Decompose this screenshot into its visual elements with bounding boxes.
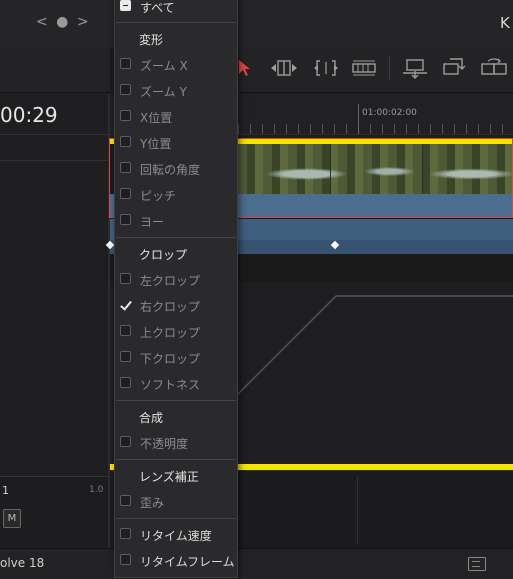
checkbox-icon[interactable] [120, 136, 131, 147]
checkbox-icon[interactable] [120, 84, 131, 95]
toolbar-divider [389, 55, 390, 81]
checkbox-icon[interactable] [120, 162, 131, 173]
checkbox-icon[interactable] [120, 188, 131, 199]
menu-item-label: 左クロップ [140, 274, 201, 288]
menu-item-crop-top[interactable]: 上クロップ [118, 321, 234, 343]
menu-item-label: リタイムフレーム [140, 555, 235, 569]
page-pager[interactable]: < ● > [36, 14, 91, 30]
menu-item-crop-left[interactable]: 左クロップ [118, 269, 234, 291]
menu-item-zoom-x[interactable]: ズーム X [118, 54, 234, 76]
viewer-layout-icon[interactable] [468, 557, 486, 571]
divider [0, 160, 110, 161]
checkbox-icon[interactable] [120, 351, 131, 362]
menu-divider [116, 22, 236, 23]
menu-item-x-position[interactable]: X位置 [118, 106, 234, 128]
menu-item-label: ズーム Y [140, 85, 187, 99]
selection-cursor-icon[interactable] [236, 58, 252, 78]
menu-divider [116, 237, 236, 238]
checkbox-icon[interactable] [120, 214, 131, 225]
status-bar [0, 548, 513, 579]
menu-item-softness[interactable]: ソフトネス [118, 373, 234, 395]
menu-section-transform: 変形 [139, 33, 164, 47]
menu-item-label: ヨー [140, 215, 165, 229]
dynamic-trim-icon[interactable] [310, 58, 342, 78]
menu-section-lens-correction: レンズ補正 [139, 470, 199, 484]
left-toolbar [0, 48, 110, 93]
ruler-timecode-label: 01:00:02:00 [362, 108, 417, 118]
checkbox-icon[interactable] [120, 528, 131, 539]
track-number: 1 [2, 484, 9, 497]
menu-divider [116, 459, 236, 460]
crop-curve-line[interactable] [238, 294, 513, 464]
checkbox-icon[interactable] [120, 554, 131, 565]
menu-item-y-position[interactable]: Y位置 [118, 132, 234, 154]
menu-item-pitch[interactable]: ピッチ [118, 184, 234, 206]
menu-section-composite: 合成 [139, 411, 164, 425]
app-name-label: olve 18 [0, 556, 45, 570]
blade-edit-icon[interactable] [350, 58, 378, 78]
menu-item-label: ズーム X [140, 59, 188, 73]
mute-button[interactable]: M [3, 509, 21, 528]
menu-item-label: 回転の角度 [140, 163, 201, 177]
insert-clip-icon[interactable] [400, 58, 430, 80]
divider [0, 134, 110, 135]
menu-item-label: リタイム速度 [140, 529, 212, 543]
menu-item-label: すべて [140, 1, 175, 15]
menu-item-label: ソフトネス [140, 378, 201, 392]
menu-item-distortion[interactable]: 歪み [118, 491, 234, 513]
overwrite-clip-icon[interactable] [440, 56, 468, 78]
menu-item-label: 下クロップ [140, 352, 201, 366]
menu-item-label: 歪み [140, 496, 165, 510]
menu-item-rotation-angle[interactable]: 回転の角度 [118, 158, 234, 180]
menu-item-retime-frame[interactable]: リタイムフレーム [118, 550, 235, 572]
track-divider [357, 478, 358, 544]
timecode-display: 00:29 [0, 103, 58, 127]
checkbox-icon[interactable] [120, 325, 131, 336]
ruler-ticks [238, 124, 513, 134]
menu-divider [116, 400, 236, 401]
menu-item-crop-right[interactable]: 右クロップ [118, 295, 234, 317]
checkbox-icon[interactable] [120, 110, 131, 121]
menu-section-crop: クロップ [139, 248, 188, 262]
checkbox-icon[interactable] [120, 377, 131, 388]
checkbox-icon[interactable] [120, 436, 131, 447]
menu-item-label: Y位置 [140, 137, 172, 151]
ruler-major-tick [358, 104, 359, 134]
menu-item-all[interactable]: すべて [118, 0, 234, 18]
replace-clip-icon[interactable] [478, 57, 510, 79]
menu-item-label: X位置 [140, 111, 173, 125]
menu-item-crop-bottom[interactable]: 下クロップ [118, 347, 234, 369]
checkbox-icon[interactable] [120, 58, 131, 69]
menu-item-label: 不透明度 [140, 437, 189, 451]
checkbox-icon[interactable] [120, 273, 131, 284]
menu-item-retime-speed[interactable]: リタイム速度 [118, 524, 234, 546]
checkbox-icon[interactable] [120, 495, 131, 506]
menu-item-opacity[interactable]: 不透明度 [118, 432, 234, 454]
menu-item-label: 右クロップ [140, 300, 201, 314]
track-scale: 1.0 [89, 485, 104, 495]
checkmark-icon[interactable] [120, 299, 131, 310]
top-right-label: K [500, 14, 510, 32]
menu-divider [116, 518, 236, 519]
menu-item-yaw[interactable]: ヨー [118, 210, 234, 232]
partial-checkbox-icon[interactable] [120, 0, 131, 11]
menu-item-label: ピッチ [140, 189, 177, 203]
trim-edit-icon[interactable] [268, 58, 300, 78]
menu-item-zoom-y[interactable]: ズーム Y [118, 80, 234, 102]
menu-item-label: 上クロップ [140, 326, 201, 340]
